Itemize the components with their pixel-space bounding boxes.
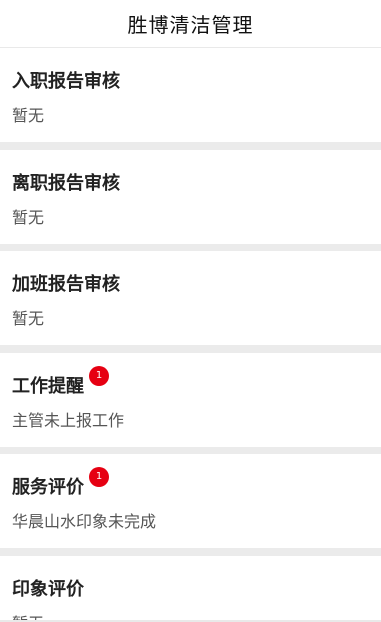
separator <box>0 243 381 251</box>
card-header: 加班报告审核 <box>12 273 369 299</box>
card-title: 服务评价 <box>12 477 84 498</box>
separator <box>0 446 381 454</box>
card-subtitle: 华晨山水印象未完成 <box>12 512 157 531</box>
card-header: 印象评价 <box>12 578 369 604</box>
app-screen: 胜博清洁管理 入职报告审核 暂无 离职报告审核 暂无 加班报告审核 暂无 工作提 <box>0 0 381 622</box>
notification-badge: 1 <box>89 365 109 386</box>
card-subtitle: 暂无 <box>12 106 45 125</box>
card-impression-evaluation[interactable]: 印象评价 暂无 <box>0 555 381 622</box>
notification-badge: 1 <box>89 467 109 487</box>
card-title: 加班报告审核 <box>12 274 120 295</box>
report-list: 入职报告审核 暂无 离职报告审核 暂无 加班报告审核 暂无 工作提醒 1 主管未… <box>0 48 381 622</box>
card-header: 服务评价 1 <box>12 467 369 502</box>
card-title: 印象评价 <box>12 578 84 600</box>
top-bar: 胜博清洁管理 <box>0 0 381 48</box>
separator <box>0 142 381 150</box>
card-header: 入职报告审核 <box>12 70 369 96</box>
card-resignation-report-review[interactable]: 离职报告审核 暂无 <box>0 149 381 244</box>
card-subtitle: 暂无 <box>12 309 45 328</box>
card-title: 离职报告审核 <box>12 172 120 194</box>
card-header: 工作提醒 1 <box>12 365 369 401</box>
card-overtime-report-review[interactable]: 加班报告审核 暂无 <box>0 251 381 345</box>
card-title: 工作提醒 <box>12 375 84 397</box>
card-service-evaluation[interactable]: 服务评价 1 华晨山水印象未完成 <box>0 454 381 548</box>
card-subtitle: 暂无 <box>12 207 45 227</box>
page-title: 胜博清洁管理 <box>127 13 254 37</box>
separator <box>0 345 381 353</box>
card-onboarding-report-review[interactable]: 入职报告审核 暂无 <box>0 48 381 142</box>
card-header: 离职报告审核 <box>12 172 369 198</box>
card-subtitle: 主管未上报工作 <box>12 410 125 430</box>
separator <box>0 548 381 556</box>
card-work-reminder[interactable]: 工作提醒 1 主管未上报工作 <box>0 352 381 447</box>
card-title: 入职报告审核 <box>12 71 120 92</box>
